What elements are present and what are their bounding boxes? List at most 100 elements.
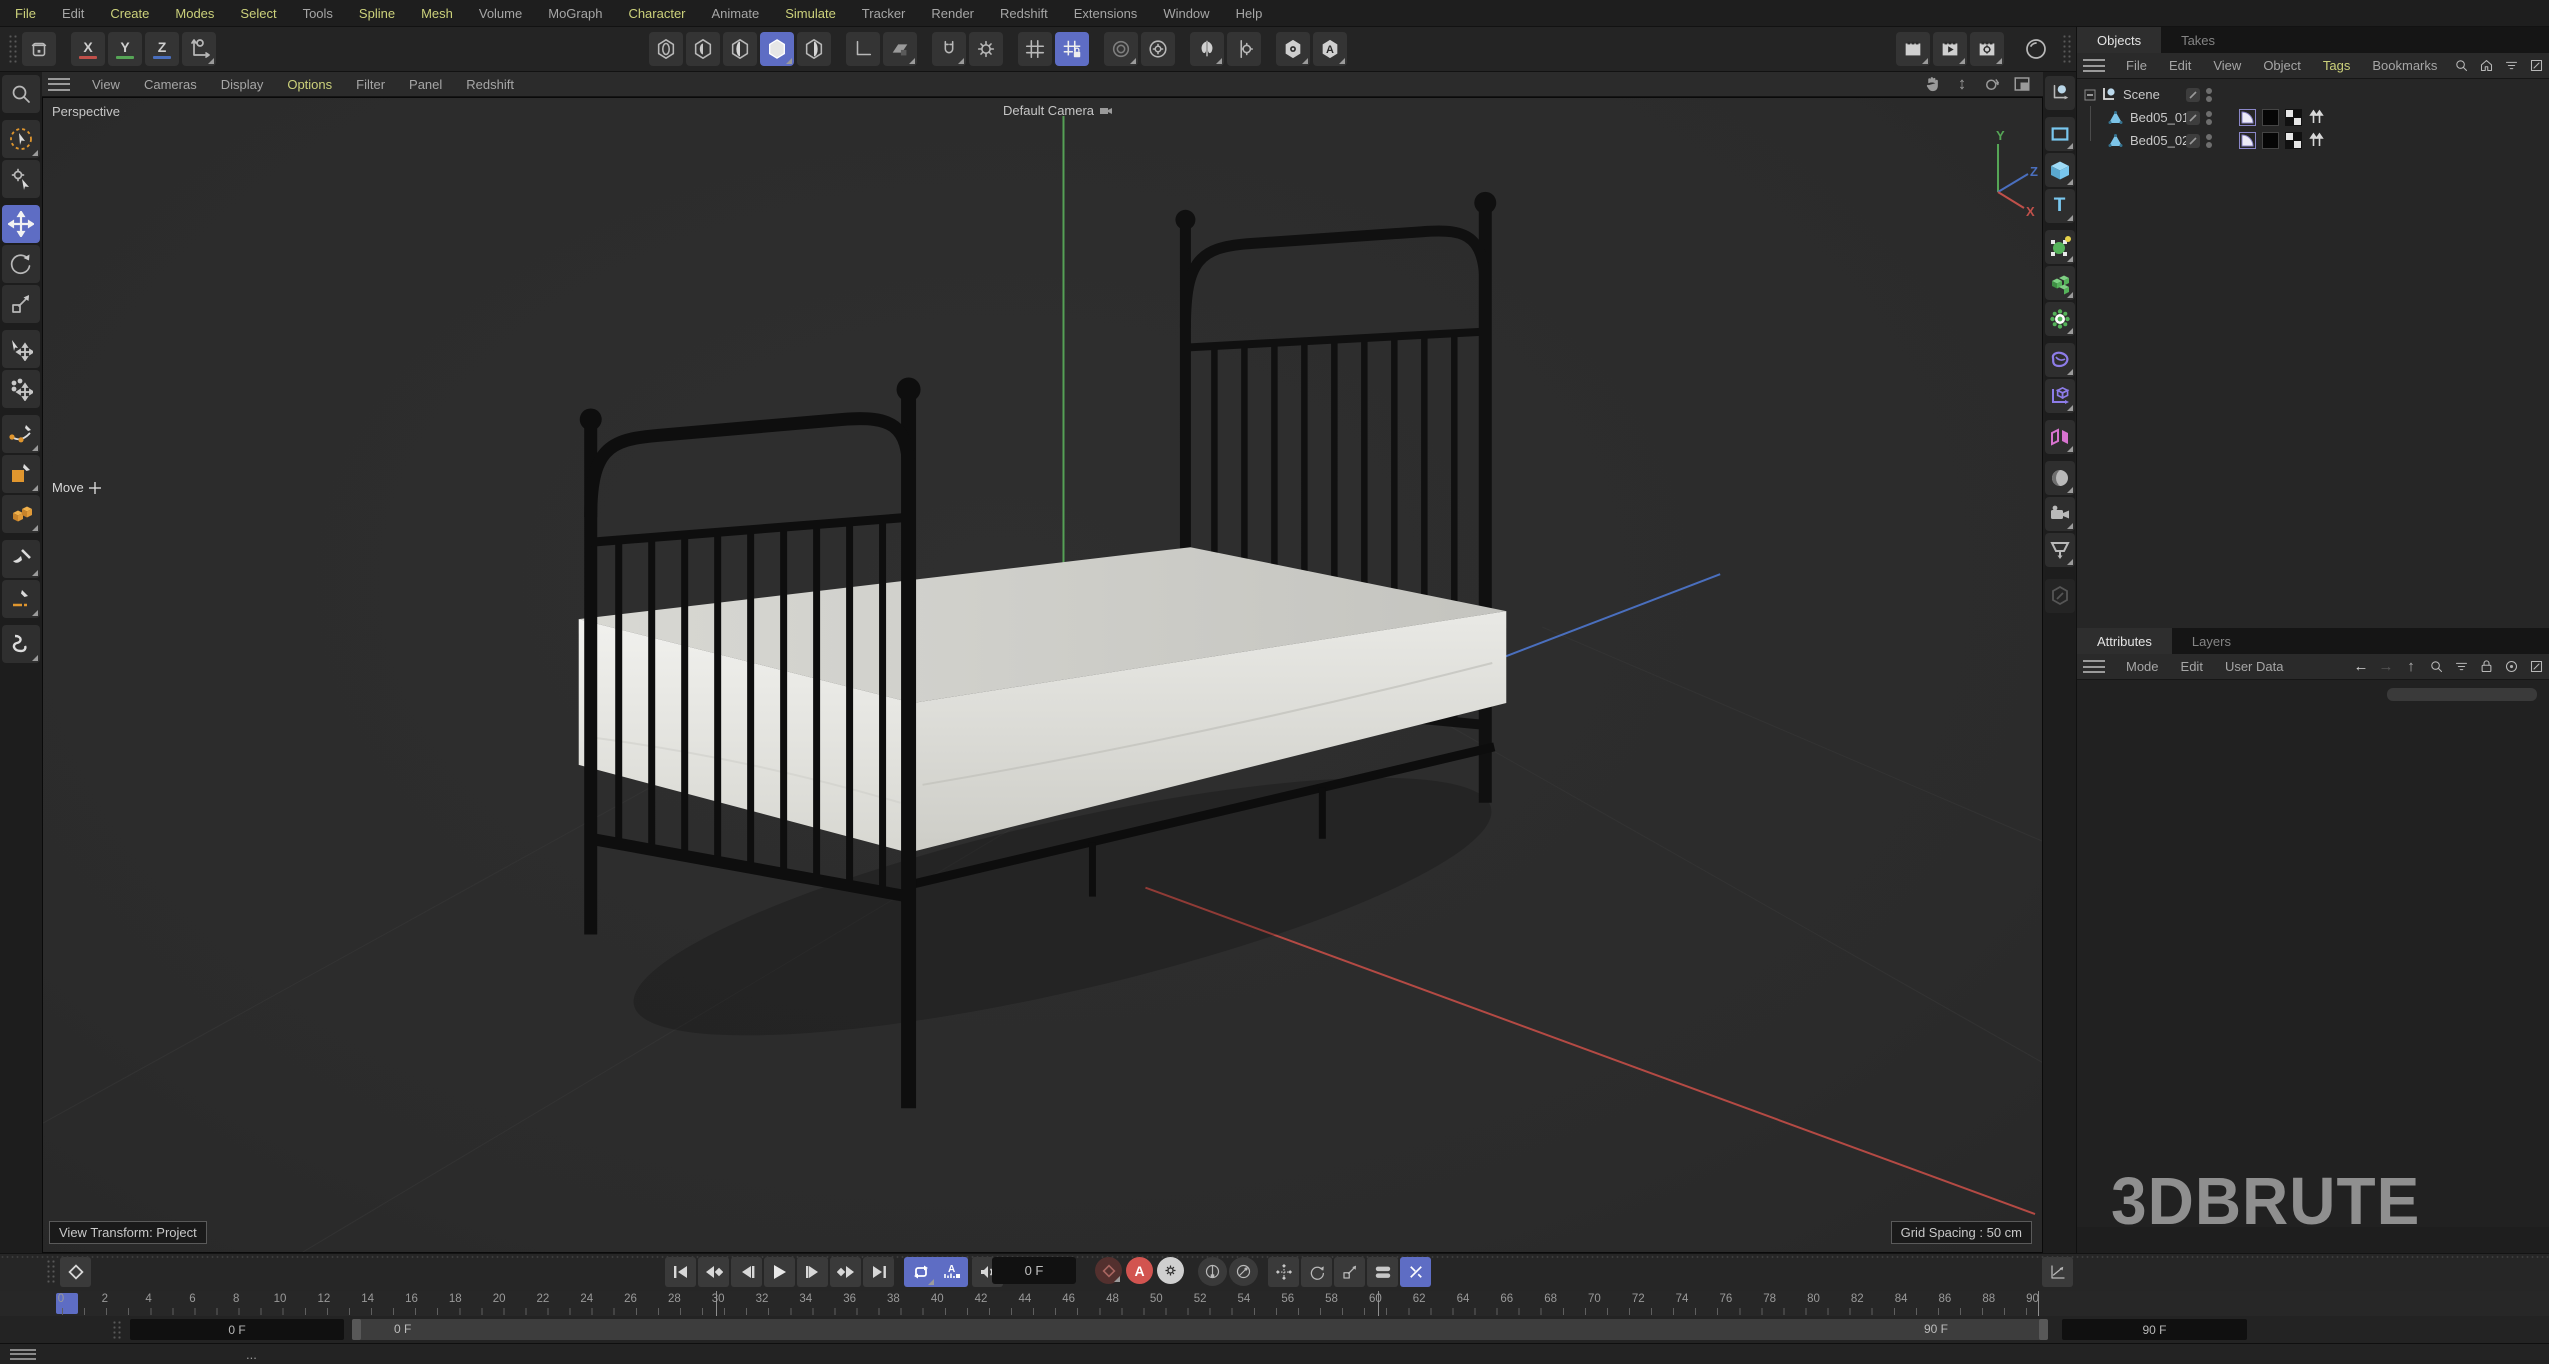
viewport-menu-item[interactable]: Options [275, 73, 344, 96]
mode-hexagon-icon[interactable] [1276, 32, 1310, 66]
autokey-button[interactable]: A [1126, 1257, 1153, 1284]
key-hierarchy-toggle[interactable] [1229, 1257, 1258, 1286]
menu-item[interactable]: Animate [699, 1, 773, 26]
viewport-menu-item[interactable]: View [80, 73, 132, 96]
range-end-handle[interactable] [2039, 1319, 2048, 1340]
key-objects-toggle[interactable] [1198, 1257, 1227, 1286]
key-position-toggle[interactable] [1268, 1257, 1299, 1287]
menu-item[interactable]: Volume [466, 1, 535, 26]
menu-item[interactable]: Tools [290, 1, 346, 26]
am-forward-icon[interactable]: → [2377, 658, 2395, 676]
render-view-button[interactable] [1896, 32, 1930, 66]
menu-item[interactable]: Tracker [849, 1, 919, 26]
texture-checker-tag-icon[interactable] [2285, 109, 2302, 126]
menu-item[interactable]: Simulate [772, 1, 849, 26]
snap-magnet-icon[interactable] [932, 32, 966, 66]
menu-item[interactable]: Redshift [987, 1, 1061, 26]
key-pla-toggle[interactable] [1400, 1257, 1431, 1287]
keying-settings-button[interactable] [1157, 1257, 1184, 1284]
camera-label[interactable]: Default Camera [1003, 103, 1113, 118]
visibility-dots-toggle[interactable] [2206, 132, 2212, 150]
play-sound-range-button[interactable]: A [936, 1257, 967, 1287]
up-arrows-tag-icon[interactable] [2308, 132, 2325, 149]
symmetry-settings-icon[interactable] [1227, 32, 1261, 66]
pen-line-icon[interactable] [2, 580, 40, 618]
menu-item[interactable]: Create [97, 1, 162, 26]
workplane-icon[interactable] [883, 32, 917, 66]
brush-tool-icon[interactable] [2, 540, 40, 578]
tree-row-scene[interactable]: Scene [2077, 83, 2549, 106]
attribute-manager-menu-item[interactable]: Mode [2115, 655, 2170, 678]
attributes-scrollbar[interactable] [2387, 688, 2537, 701]
am-search-icon[interactable] [2427, 658, 2445, 676]
add-marker-button[interactable] [60, 1257, 91, 1287]
menu-item[interactable]: Mesh [408, 1, 466, 26]
phong-tag-icon[interactable] [2239, 132, 2256, 149]
solo-hierarchy-icon[interactable] [723, 32, 757, 66]
key-scale-toggle[interactable] [1334, 1257, 1365, 1287]
rotate-tool-icon[interactable] [2, 245, 40, 283]
attribute-manager-menu-item[interactable]: Edit [2170, 655, 2214, 678]
text-object-icon[interactable]: T [2045, 189, 2075, 223]
am-lock-icon[interactable] [2477, 658, 2495, 676]
solo-selection-icon[interactable] [760, 32, 794, 66]
select-move-icon[interactable] [2, 330, 40, 368]
field-object-icon[interactable] [2045, 343, 2075, 377]
am-edit-icon[interactable] [2527, 658, 2545, 676]
next-frame-button[interactable] [797, 1257, 828, 1287]
object-manager-menu-item[interactable]: Bookmarks [2361, 54, 2448, 77]
texture-tag-icon[interactable] [2262, 132, 2279, 149]
solo-single-icon[interactable] [686, 32, 720, 66]
range-end-input[interactable]: 90 F [2062, 1319, 2247, 1340]
camera-object-icon[interactable] [2045, 497, 2075, 531]
menu-item[interactable]: Spline [346, 1, 408, 26]
object-manager-menu-item[interactable]: File [2115, 54, 2158, 77]
fcurve-mode-button[interactable] [2042, 1257, 2073, 1287]
y-axis-lock-button[interactable]: Y [108, 32, 142, 66]
object-manager-menu-icon[interactable] [2083, 59, 2105, 72]
range-start-input[interactable]: 0 F [130, 1319, 344, 1340]
om-edit-icon[interactable] [2527, 57, 2545, 75]
record-keyframe-button[interactable] [1095, 1257, 1122, 1284]
cube-object-icon[interactable] [2045, 153, 2075, 187]
mode-animate-icon[interactable]: A [1313, 32, 1347, 66]
layer-pencil-toggle[interactable] [2185, 110, 2201, 126]
prev-key-button[interactable] [698, 1257, 729, 1287]
texture-tag-icon[interactable] [2262, 109, 2279, 126]
texture-checker-tag-icon[interactable] [2285, 132, 2302, 149]
prev-frame-button[interactable] [731, 1257, 762, 1287]
palette-drag-handle[interactable] [2062, 34, 2072, 64]
menu-item[interactable]: Select [227, 1, 289, 26]
om-filter-icon[interactable] [2502, 57, 2520, 75]
axis-gizmo[interactable]: Y Z X [1966, 130, 2038, 222]
pan-hand-icon[interactable] [1921, 74, 1943, 94]
om-search-icon[interactable] [2452, 57, 2470, 75]
history-bucket-icon[interactable] [22, 32, 56, 66]
grid-snap-lock-icon[interactable] [1055, 32, 1089, 66]
key-parameter-toggle[interactable] [1367, 1257, 1398, 1287]
orbit-rotate-icon[interactable] [1981, 74, 2003, 94]
effector-gear-icon[interactable] [2045, 302, 2075, 336]
viewport-menu-item[interactable]: Panel [397, 73, 454, 96]
subdivision-surface-icon[interactable] [2045, 230, 2075, 264]
snap-settings-gear-icon[interactable] [969, 32, 1003, 66]
spline-rectangle-icon[interactable] [2045, 117, 2075, 151]
symmetry-butterfly-icon[interactable] [1190, 32, 1224, 66]
visibility-dots-toggle[interactable] [2206, 109, 2212, 127]
render-settings-button[interactable] [1970, 32, 2004, 66]
timeline-drag-handle[interactable] [46, 1259, 56, 1285]
quantize-icon[interactable] [1104, 32, 1138, 66]
next-key-button[interactable] [830, 1257, 861, 1287]
viewport-3d[interactable]: Perspective Default Camera Move View Tra… [42, 97, 2043, 1253]
object-manager-menu-item[interactable]: View [2202, 54, 2252, 77]
tab-takes[interactable]: Takes [2161, 27, 2235, 53]
coordinate-system-icon[interactable] [182, 32, 216, 66]
preview-range-slider[interactable]: 0 F 90 F [352, 1319, 2048, 1340]
symmetry-object-icon[interactable] [2045, 420, 2075, 454]
attribute-manager-menu-icon[interactable] [2083, 660, 2105, 673]
key-rotation-toggle[interactable] [1301, 1257, 1332, 1287]
environment-object-icon[interactable] [2045, 461, 2075, 495]
object-label[interactable]: Scene [2117, 87, 2160, 102]
stage-object-icon[interactable] [2045, 533, 2075, 567]
tab-objects[interactable]: Objects [2077, 27, 2161, 53]
